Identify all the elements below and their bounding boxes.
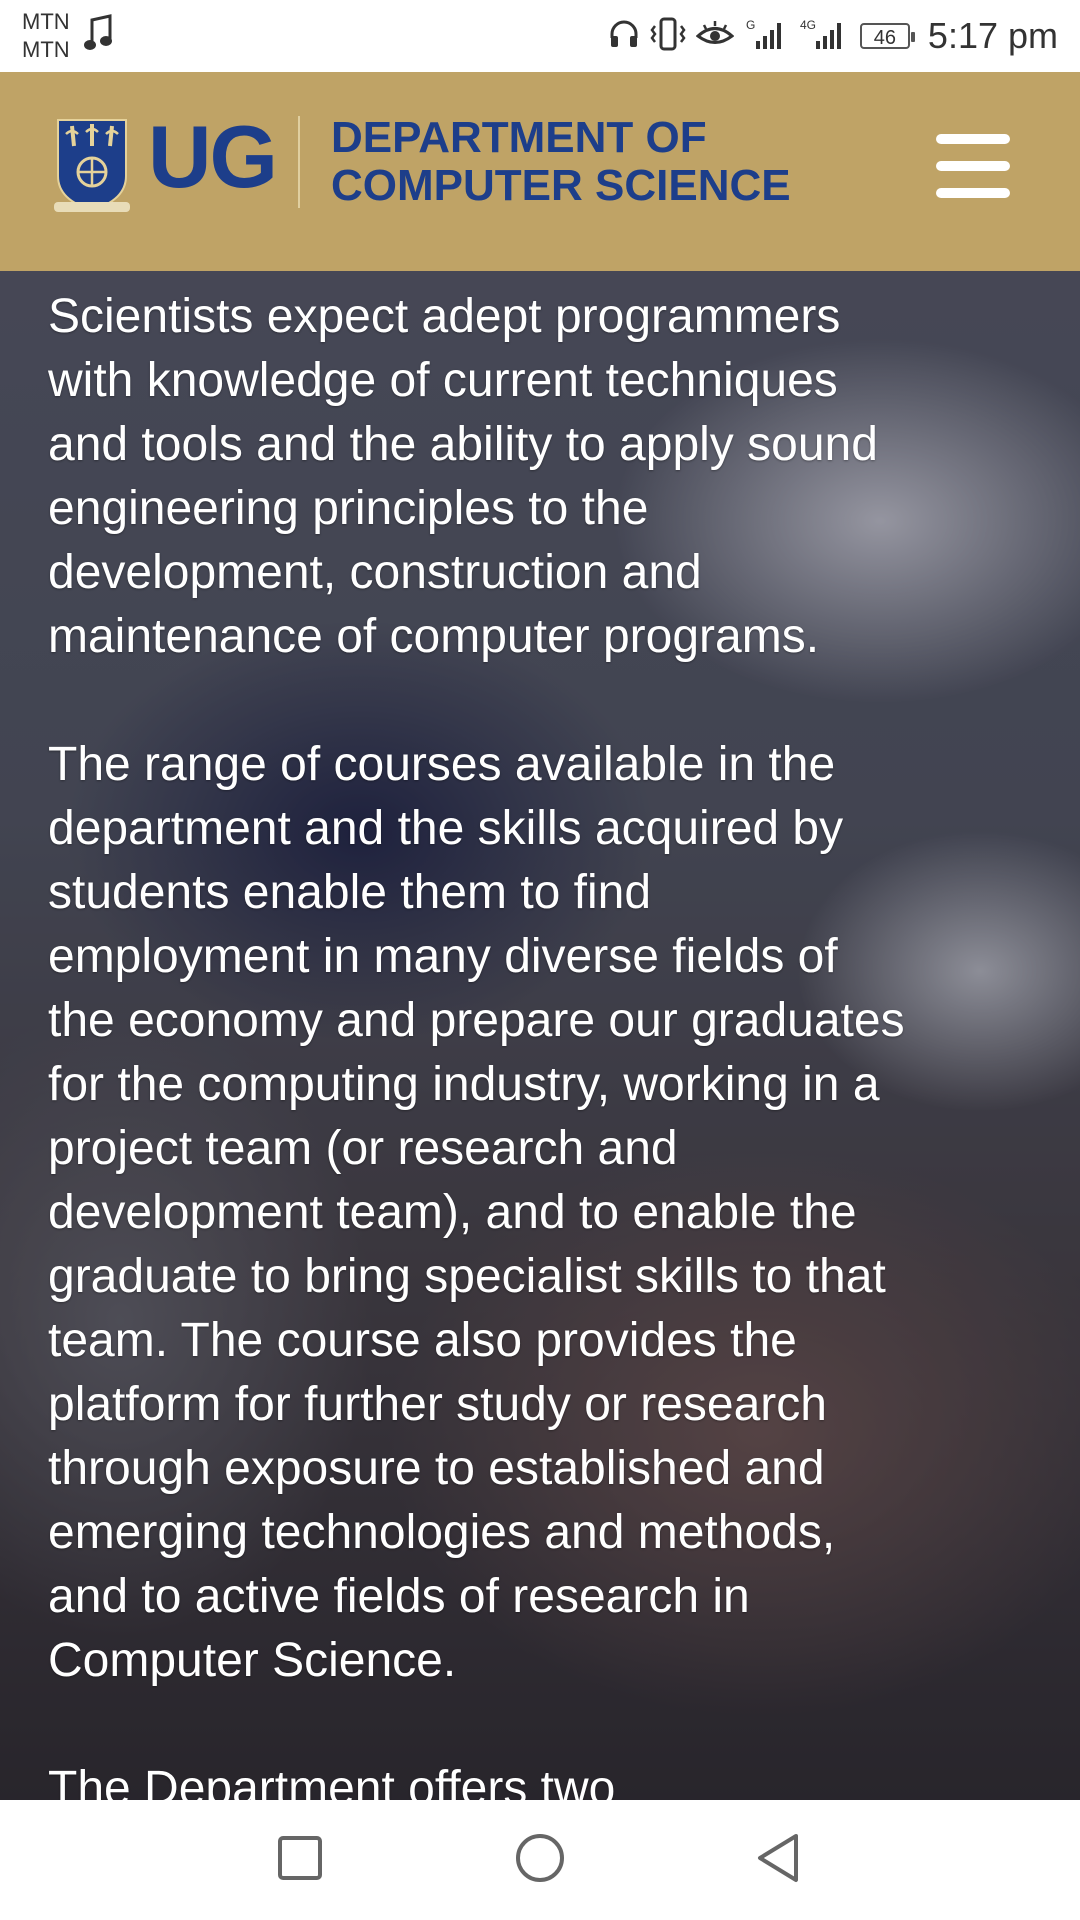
signal-icon-1: G xyxy=(744,17,790,56)
department-line-1: DEPARTMENT OF xyxy=(331,113,707,162)
network-type-1: G xyxy=(746,18,755,32)
vibrate-icon xyxy=(650,17,686,56)
home-icon[interactable] xyxy=(514,1832,566,1889)
hamburger-menu-icon[interactable] xyxy=(936,134,1010,198)
department-line-2: COMPUTER SCIENCE xyxy=(331,161,791,210)
content-area[interactable]: Scientists expect adept programmers with… xyxy=(0,271,1080,1800)
signal-icon-2: 4G xyxy=(800,17,850,56)
university-crest-icon[interactable] xyxy=(52,116,132,221)
paragraph-2: The range of courses available in the de… xyxy=(48,738,905,1687)
status-bar: MTN MTN G 4G 46 5:17 pm xyxy=(0,0,1080,72)
clock: 5:17 pm xyxy=(927,15,1058,56)
logo-divider xyxy=(298,116,300,208)
navigation-bar xyxy=(0,1800,1080,1920)
carrier-2: MTN xyxy=(22,37,70,62)
department-name[interactable]: DEPARTMENT OF COMPUTER SCIENCE xyxy=(331,114,791,210)
eye-comfort-icon xyxy=(695,19,735,54)
recent-apps-icon[interactable] xyxy=(276,1832,324,1889)
article-body: Scientists expect adept programmers with… xyxy=(48,285,1038,1800)
paragraph-3-partial: The Department offers two xyxy=(48,1762,616,1800)
carrier-labels: MTN MTN xyxy=(22,8,70,64)
carrier-1: MTN xyxy=(22,9,70,34)
network-type-2: 4G xyxy=(800,18,816,32)
paragraph-1: Scientists expect adept programmers with… xyxy=(48,290,878,663)
battery-icon: 46 xyxy=(859,23,915,49)
music-note-icon xyxy=(84,14,114,57)
status-icons: G 4G 46 5:17 pm xyxy=(608,0,1058,72)
site-header: UG DEPARTMENT OF COMPUTER SCIENCE xyxy=(0,72,1080,271)
back-icon[interactable] xyxy=(754,1832,802,1889)
headphones-icon xyxy=(608,18,640,55)
ug-logo[interactable]: UG xyxy=(148,102,278,212)
